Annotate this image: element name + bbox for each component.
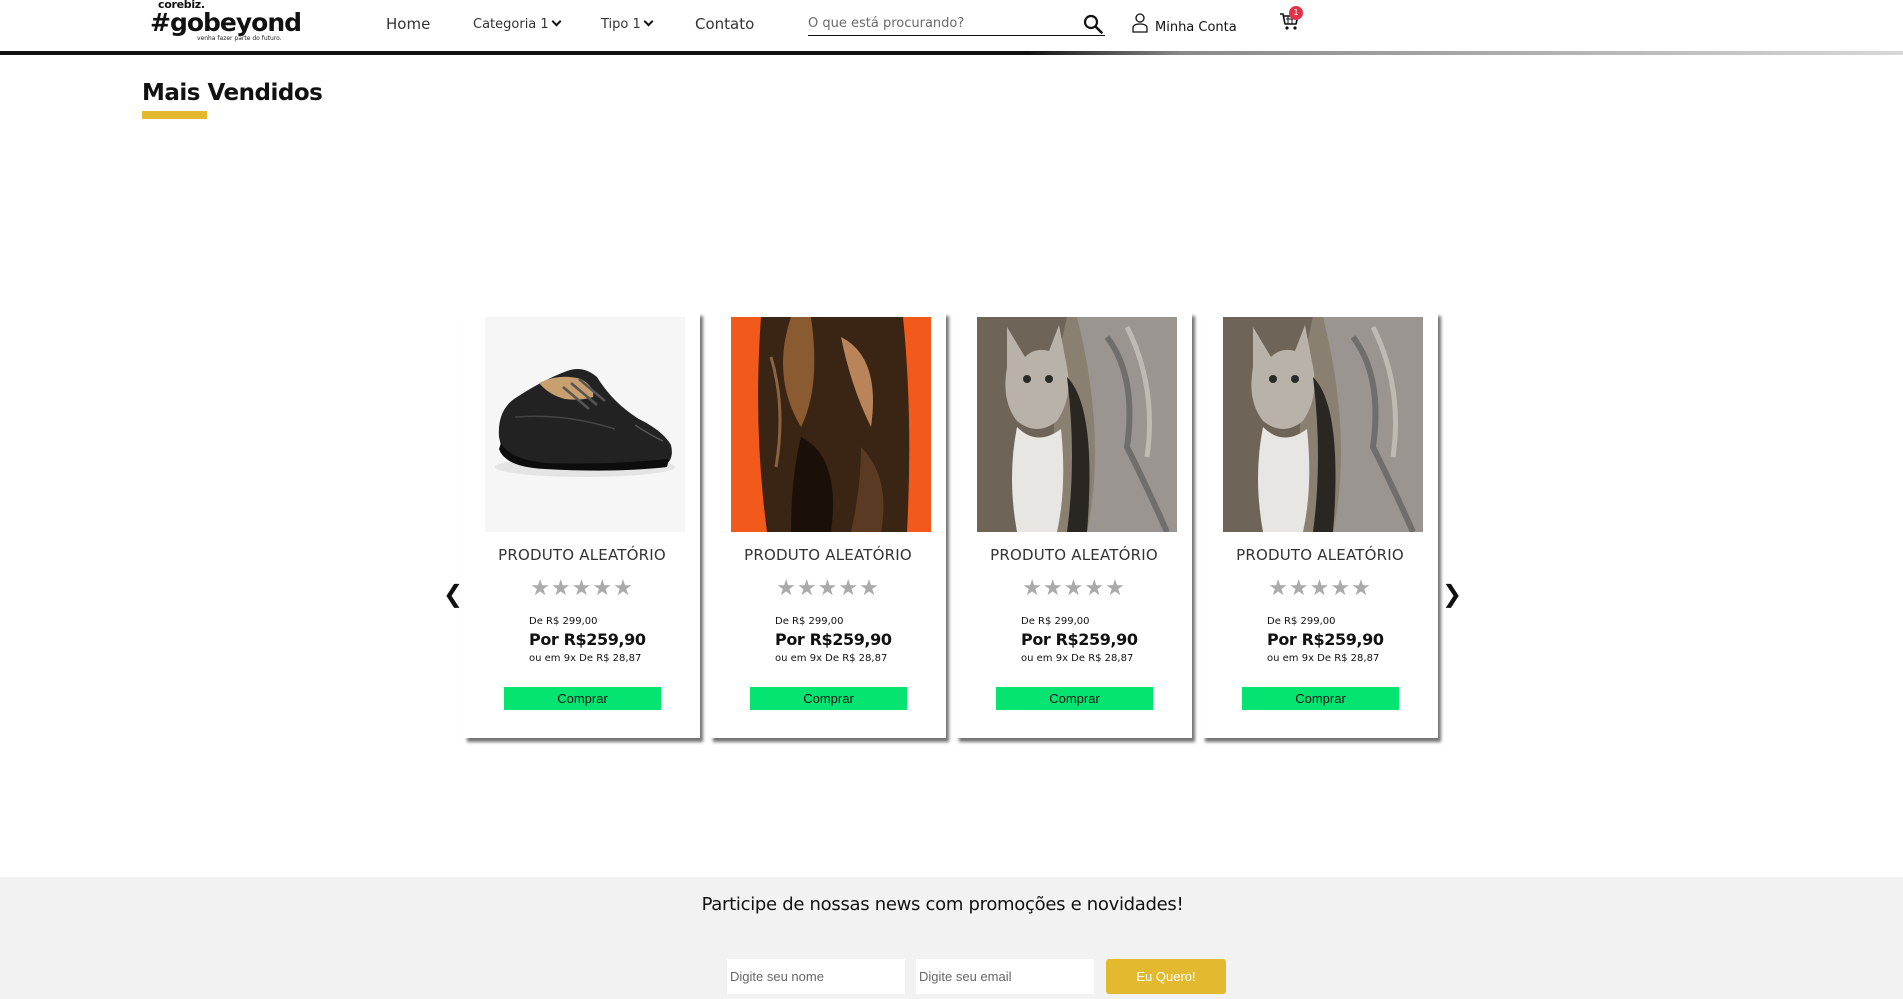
product-name: PRODUTO ALEATÓRIO [744, 546, 912, 564]
product-installments: ou em 9x De R$ 28,87 [1021, 653, 1134, 664]
product-card[interactable]: PRODUTO ALEATÓRIO ★★★★★ De R$ 299,00 Por… [956, 312, 1192, 738]
product-installments: ou em 9x De R$ 28,87 [529, 653, 642, 664]
account-label: Minha Conta [1155, 20, 1237, 35]
product-image-fur[interactable] [731, 317, 931, 532]
newsletter-title: Participe de nossas news com promoções e… [701, 894, 1184, 915]
star-rating-icons[interactable]: ★★★★★ [1202, 576, 1438, 601]
buy-button[interactable]: Comprar [504, 687, 661, 710]
header-divider [0, 51, 1903, 55]
product-installments: ou em 9x De R$ 28,87 [1267, 653, 1380, 664]
nav-type-dropdown[interactable]: Tipo 1 [601, 16, 654, 32]
search-bar [808, 12, 1105, 36]
product-card[interactable]: PRODUTO ALEATÓRIO ★★★★★ De R$ 299,00 Por… [710, 312, 946, 738]
chevron-down-icon [643, 16, 654, 27]
product-price: Por R$259,90 [775, 630, 892, 649]
buy-button[interactable]: Comprar [1242, 687, 1399, 710]
product-old-price: De R$ 299,00 [529, 616, 598, 627]
logo-tagline: venha fazer parte do futuro. [197, 35, 282, 42]
newsletter-submit-button[interactable]: Eu Quero! [1106, 959, 1226, 994]
nav-category-dropdown[interactable]: Categoria 1 [473, 16, 562, 32]
product-card[interactable]: PRODUTO ALEATÓRIO ★★★★★ De R$ 299,00 Por… [464, 312, 700, 738]
product-image-kitten[interactable] [1223, 317, 1423, 532]
star-rating-icons[interactable]: ★★★★★ [956, 576, 1192, 601]
product-name: PRODUTO ALEATÓRIO [1236, 546, 1404, 564]
carousel-next-arrow[interactable]: ❯ [1442, 580, 1462, 608]
kitten-image [1223, 317, 1423, 532]
newsletter-email-field[interactable] [916, 959, 1094, 994]
star-rating-icons[interactable]: ★★★★★ [710, 576, 946, 601]
cart-count-badge: 1 [1289, 6, 1303, 20]
newsletter-name-field[interactable] [727, 959, 905, 994]
product-installments: ou em 9x De R$ 28,87 [775, 653, 888, 664]
nav-category-label: Categoria 1 [473, 17, 549, 32]
product-price: Por R$259,90 [529, 630, 646, 649]
section-title: Mais Vendidos [142, 80, 323, 106]
nav-contact[interactable]: Contato [695, 15, 754, 33]
kitten-image [977, 317, 1177, 532]
user-icon [1132, 13, 1148, 33]
logo-name: #gobeyond [150, 8, 302, 37]
site-header: corebiz. #gobeyond venha fazer parte do … [0, 0, 1903, 55]
product-price: Por R$259,90 [1267, 630, 1384, 649]
search-icon[interactable] [1083, 14, 1103, 34]
carousel-prev-arrow[interactable]: ❮ [443, 580, 463, 608]
nav-home[interactable]: Home [386, 15, 430, 33]
product-name: PRODUTO ALEATÓRIO [990, 546, 1158, 564]
product-image-kitten[interactable] [977, 317, 1177, 532]
site-logo[interactable]: corebiz. #gobeyond venha fazer parte do … [150, 0, 302, 45]
product-card[interactable]: PRODUTO ALEATÓRIO ★★★★★ De R$ 299,00 Por… [1202, 312, 1438, 738]
product-price: Por R$259,90 [1021, 630, 1138, 649]
search-input[interactable] [808, 12, 1078, 35]
fur-image [731, 317, 931, 532]
product-old-price: De R$ 299,00 [1021, 616, 1090, 627]
buy-button[interactable]: Comprar [996, 687, 1153, 710]
product-old-price: De R$ 299,00 [775, 616, 844, 627]
shoe-image [485, 317, 685, 532]
product-name: PRODUTO ALEATÓRIO [498, 546, 666, 564]
section-title-underline [142, 111, 207, 119]
buy-button[interactable]: Comprar [750, 687, 907, 710]
star-rating-icons[interactable]: ★★★★★ [464, 576, 700, 601]
product-old-price: De R$ 299,00 [1267, 616, 1336, 627]
product-image-shoe[interactable] [485, 317, 685, 532]
newsletter-section: Participe de nossas news com promoções e… [0, 877, 1903, 999]
nav-type-label: Tipo 1 [601, 17, 641, 32]
chevron-down-icon [551, 16, 562, 27]
